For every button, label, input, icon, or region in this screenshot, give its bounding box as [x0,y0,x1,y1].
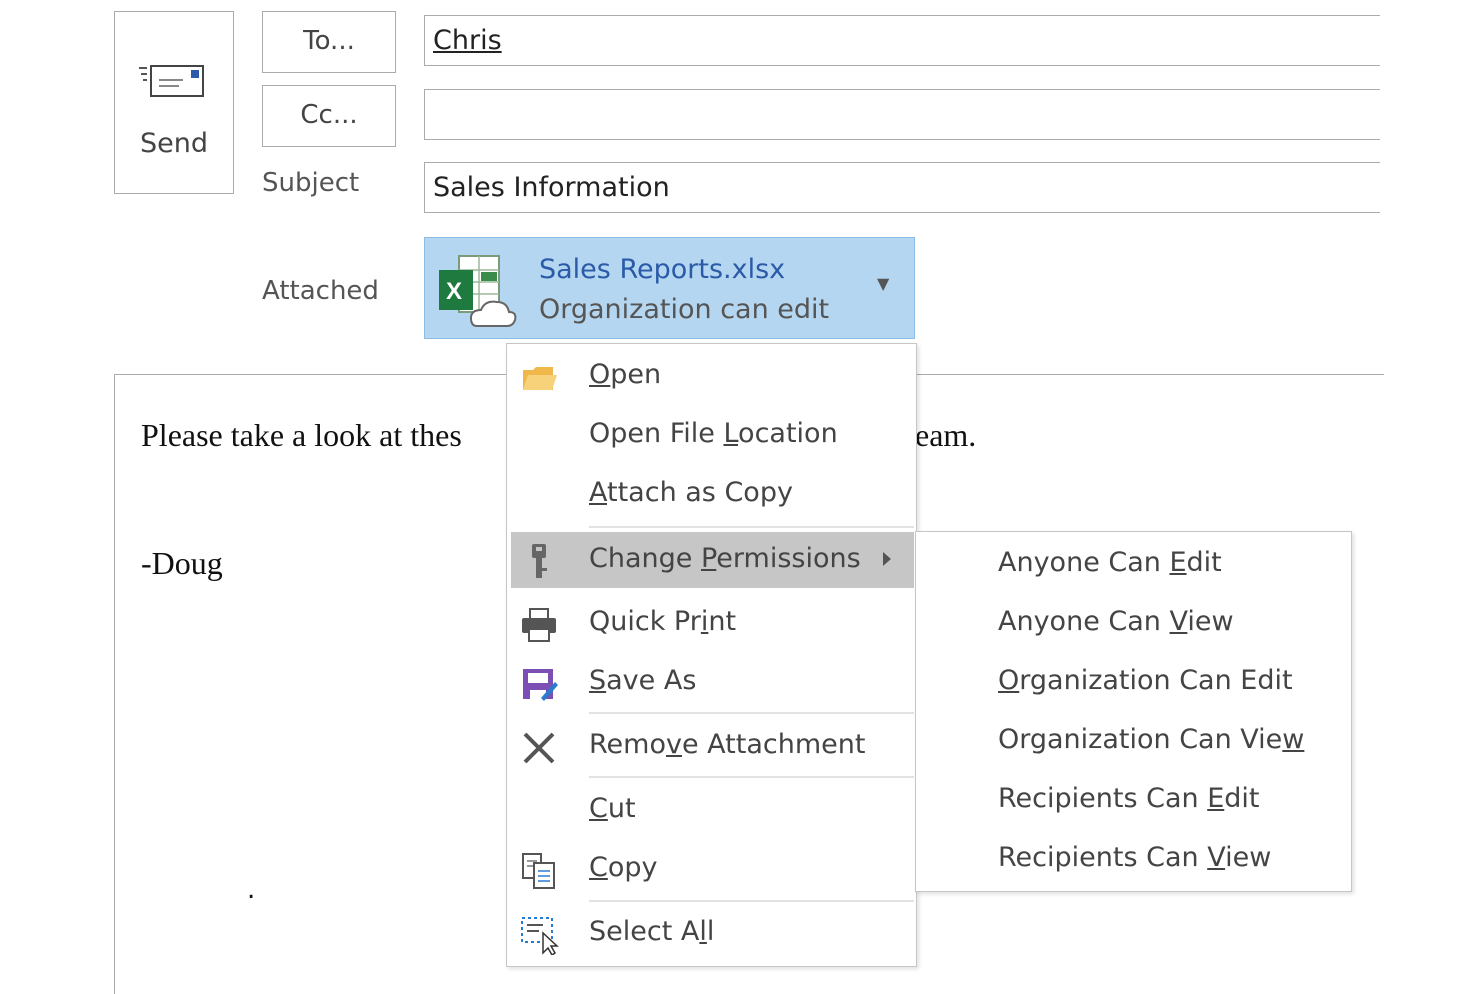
copy-icon [522,853,555,889]
svg-text:X: X [446,278,462,305]
stray-dot: . [247,875,256,905]
menu-item-cut[interactable]: Cut [511,782,914,838]
cc-button[interactable]: Cc... [262,85,396,147]
subject-field[interactable]: Sales Information [424,162,1380,213]
subject-label: Subject [262,168,360,198]
menu-separator [589,526,914,528]
send-button[interactable]: Send [114,11,234,194]
menu-separator [589,776,914,778]
to-field[interactable]: Chris [424,15,1380,66]
save-as-icon [523,669,558,701]
recipient-chris[interactable]: Chris [433,25,502,56]
menu-item-remove-attachment[interactable]: Remove Attachment [511,718,914,774]
permissions-submenu: Anyone Can Edit Anyone Can View Organiza… [915,531,1352,892]
menu-item-select-all[interactable]: Select All [511,905,914,961]
submenu-item-organization-can-edit[interactable]: Organization Can Edit [998,665,1293,696]
folder-icon [523,367,557,390]
menu-separator [589,712,914,714]
submenu-item-organization-can-view[interactable]: Organization Can View [998,724,1304,755]
attachment-permission: Organization can edit [539,294,830,325]
to-button[interactable]: To... [262,11,396,73]
close-x-icon [523,732,555,764]
attached-label: Attached [262,276,379,306]
attachment-file-name: Sales Reports.xlsx [539,254,786,285]
menu-item-open-file-location[interactable]: Open File Location [511,407,914,463]
submenu-item-anyone-can-edit[interactable]: Anyone Can Edit [998,547,1222,578]
signature: -Doug [141,545,223,581]
envelope-send-icon [139,65,204,97]
attachment-tile[interactable]: X Sales Reports.xlsx Organization can ed… [424,237,915,339]
body-text-line1: Please take a look at thes [141,417,462,453]
send-label: Send [139,128,208,159]
menu-separator [589,900,914,902]
menu-item-save-as[interactable]: Save As [511,654,914,710]
submenu-item-recipients-can-view[interactable]: Recipients Can View [998,842,1271,873]
menu-item-change-permissions[interactable]: Change Permissions [511,532,914,588]
excel-cloud-icon: X [439,255,517,327]
submenu-arrow-icon [883,552,891,566]
body-text-line1-end: eam. [915,417,977,453]
chevron-down-icon[interactable]: ▼ [877,274,889,293]
printer-icon [522,608,556,642]
menu-item-copy[interactable]: Copy [511,841,914,897]
select-all-icon [521,917,559,955]
menu-item-attach-as-copy[interactable]: Attach as Copy [511,466,914,522]
submenu-item-recipients-can-edit[interactable]: Recipients Can Edit [998,783,1260,814]
menu-item-quick-print[interactable]: Quick Print [511,595,914,651]
cc-field[interactable] [424,89,1380,140]
attachment-context-menu: Open Open File Location Attach as Copy C… [506,343,917,967]
key-icon [532,544,547,578]
menu-item-open[interactable]: Open [511,348,914,404]
submenu-item-anyone-can-view[interactable]: Anyone Can View [998,606,1234,637]
